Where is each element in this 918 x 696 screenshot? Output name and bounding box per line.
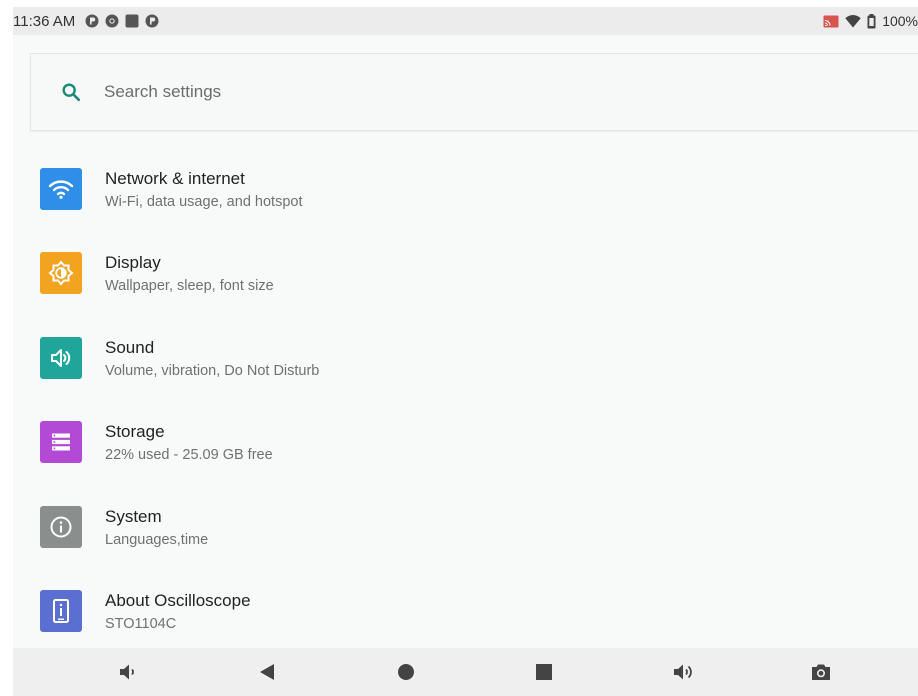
battery-icon: [867, 13, 876, 28]
status-right: 100%: [823, 7, 918, 35]
wifi-icon: [845, 15, 861, 28]
volume-down-button[interactable]: [116, 660, 140, 684]
item-subtitle: Volume, vibration, Do Not Disturb: [105, 363, 320, 379]
sound-tile: [40, 337, 82, 379]
notification-icons: [85, 14, 159, 28]
item-title: System: [105, 507, 162, 526]
settings-screen: 11:36 AM 100% Search settings Network & …: [13, 7, 918, 696]
about-tile: [40, 590, 82, 632]
item-title: Storage: [105, 422, 165, 441]
app-notification-icon: [145, 14, 159, 28]
item-title: Network & internet: [105, 169, 245, 188]
back-button[interactable]: [255, 660, 279, 684]
search-icon[interactable]: [60, 81, 82, 103]
settings-item-network[interactable]: Network & internet Wi-Fi, data usage, an…: [13, 147, 918, 223]
brightness-icon: [48, 260, 74, 286]
item-subtitle: STO1104C: [105, 616, 177, 632]
settings-item-about[interactable]: About Oscilloscope STO1104C: [13, 569, 918, 645]
settings-item-sound[interactable]: Sound Volume, vibration, Do Not Disturb: [13, 316, 918, 392]
device-icon: [53, 599, 69, 623]
navigation-bar: [13, 648, 918, 696]
status-time: 11:36 AM: [13, 12, 76, 30]
volume-icon: [51, 349, 71, 367]
app-notification-icon: [85, 14, 99, 28]
volume-up-icon: [674, 664, 692, 680]
volume-up-button[interactable]: [671, 660, 695, 684]
volume-down-icon: [120, 664, 134, 680]
item-subtitle: 22% used - 25.09 GB free: [105, 447, 273, 463]
wifi-icon: [48, 180, 74, 199]
battery-level: 100%: [882, 13, 918, 29]
item-title: Display: [105, 253, 161, 272]
back-icon: [260, 664, 274, 680]
settings-item-display[interactable]: Display Wallpaper, sleep, font size: [13, 231, 918, 307]
info-icon: [50, 516, 72, 538]
square-notification-icon: [125, 14, 139, 28]
home-button[interactable]: [394, 660, 418, 684]
recents-button[interactable]: [532, 660, 556, 684]
settings-item-system[interactable]: System Languages,time: [13, 485, 918, 561]
item-title: About Oscilloscope: [105, 591, 251, 610]
home-icon: [398, 664, 414, 680]
item-title: Sound: [105, 338, 155, 357]
screenshot-icon: [812, 664, 830, 680]
storage-icon: [52, 433, 70, 451]
item-subtitle: Languages,time: [105, 532, 209, 548]
search-input[interactable]: [104, 82, 704, 102]
screenshot-button[interactable]: [809, 660, 833, 684]
settings-item-storage[interactable]: Storage 22% used - 25.09 GB free: [13, 400, 918, 476]
network-tile: [40, 168, 82, 210]
item-subtitle: Wi-Fi, data usage, and hotspot: [105, 194, 303, 210]
display-tile: [40, 252, 82, 294]
cast-icon: [823, 15, 839, 27]
status-bar: 11:36 AM 100%: [13, 7, 918, 35]
chrome-icon: [105, 14, 119, 28]
storage-tile: [40, 421, 82, 463]
system-tile: [40, 506, 82, 548]
item-subtitle: Wallpaper, sleep, font size: [105, 278, 274, 294]
search-bar[interactable]: [30, 53, 918, 131]
recents-icon: [536, 664, 552, 680]
